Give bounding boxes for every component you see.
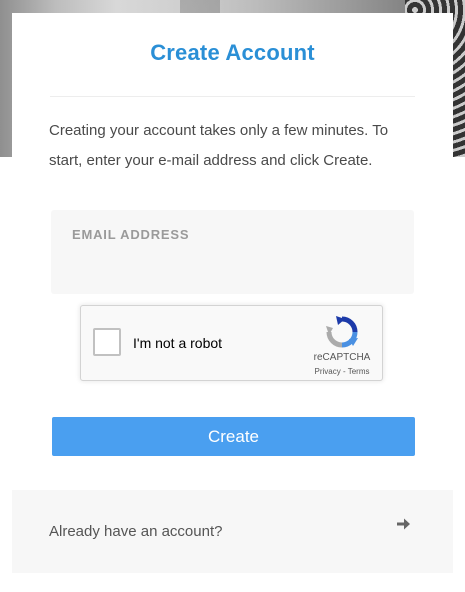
create-account-card: Create Account Creating your account tak…: [12, 13, 453, 573]
divider: [50, 96, 415, 97]
recaptcha-brand: reCAPTCHA: [313, 352, 371, 363]
recaptcha-privacy-terms-link[interactable]: Privacy - Terms: [303, 367, 381, 376]
recaptcha-checkbox[interactable]: [93, 328, 121, 356]
signin-link[interactable]: Already have an account?: [49, 523, 222, 540]
arrow-right-icon[interactable]: [395, 516, 411, 532]
recaptcha-label: I'm not a robot: [133, 335, 223, 351]
signin-footer[interactable]: Already have an account?: [12, 490, 453, 573]
email-label: EMAIL ADDRESS: [72, 227, 190, 242]
create-button[interactable]: Create: [52, 417, 415, 456]
recaptcha-icon: [326, 316, 358, 348]
email-input[interactable]: [71, 250, 396, 280]
recaptcha-widget: I'm not a robot reCAPTCHA Privacy - Term…: [80, 305, 383, 381]
email-field[interactable]: EMAIL ADDRESS: [51, 210, 414, 294]
intro-text: Creating your account takes only a few m…: [49, 122, 389, 169]
page-title: Create Account: [150, 40, 315, 65]
